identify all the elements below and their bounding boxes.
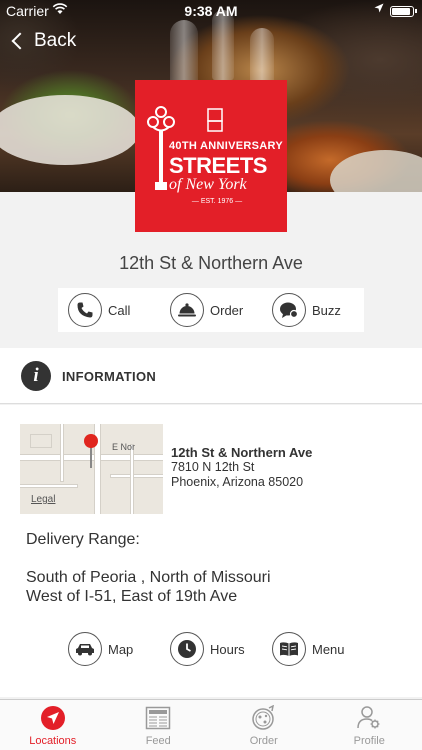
newspaper-icon xyxy=(146,706,171,730)
tab-order-label: Order xyxy=(249,735,278,747)
map-road xyxy=(60,424,64,482)
tab-feed[interactable]: Feed xyxy=(106,700,212,750)
location-map[interactable]: E Nor Legal xyxy=(20,424,163,514)
tab-profile[interactable]: Profile xyxy=(317,700,422,750)
address-block: 12th St & Northern Ave 7810 N 12th St Ph… xyxy=(171,445,312,490)
address-name: 12th St & Northern Ave xyxy=(171,445,313,460)
pizza-icon xyxy=(252,705,274,730)
tab-locations-label: Locations xyxy=(29,735,77,747)
location-title: 12th St & Northern Ave xyxy=(119,253,303,273)
clock-icon xyxy=(170,632,204,666)
navigation-arrow-icon xyxy=(40,706,65,730)
map-road xyxy=(20,484,78,488)
established-text: — EST. 1976 — xyxy=(191,198,243,205)
back-button[interactable]: Back xyxy=(10,30,76,52)
buzz-label: Buzz xyxy=(312,302,341,318)
brand-city: of New York xyxy=(169,176,247,193)
car-icon xyxy=(68,632,102,666)
hours-label: Hours xyxy=(210,641,245,657)
map-legal-link[interactable]: Legal xyxy=(31,494,55,505)
wine-glass xyxy=(250,28,274,83)
location-services-icon xyxy=(374,3,384,16)
clock: 9:38 AM xyxy=(184,3,238,19)
delivery-title: Delivery Range: xyxy=(26,531,140,548)
tab-order[interactable]: Order xyxy=(211,700,317,750)
order-label: Order xyxy=(210,302,244,318)
tab-feed-label: Feed xyxy=(145,735,171,747)
map-pin-stick xyxy=(90,446,92,468)
wings-plate xyxy=(330,150,422,192)
status-bar: Carrier 9:38 AM xyxy=(0,0,422,22)
map-street-label: E Nor xyxy=(112,442,136,452)
info-actions: Map Hours Menu xyxy=(58,627,364,671)
call-label: Call xyxy=(108,302,131,318)
restaurant-logo: 40TH ANNIVERSARY STREETS of New York — E… xyxy=(135,80,287,232)
map-block xyxy=(30,434,52,448)
order-button[interactable]: Order xyxy=(160,288,262,332)
tab-bar: Locations Feed Order Profile xyxy=(0,699,422,750)
address-line-2: Phoenix, Arizona 85020 xyxy=(171,475,304,489)
delivery-line-1: South of Peoria , North of Missouri xyxy=(26,569,271,586)
back-label: Back xyxy=(34,30,77,51)
tab-locations[interactable]: Locations xyxy=(0,700,106,750)
address-line-1: 7810 N 12th St xyxy=(171,460,255,474)
information-label: INFORMATION xyxy=(62,369,157,384)
book-icon xyxy=(272,632,306,666)
map-pin-icon xyxy=(84,434,98,448)
delivery-range: Delivery Range: South of Peoria , North … xyxy=(26,530,271,606)
info-icon: i xyxy=(21,361,51,391)
buzz-button[interactable]: Buzz xyxy=(262,288,364,332)
delivery-line-2: West of I-51, East of 19th Ave xyxy=(26,588,238,605)
map-button[interactable]: Map xyxy=(58,627,160,671)
chat-bubble-icon xyxy=(272,293,306,327)
salad-plate xyxy=(0,95,140,165)
information-header: i INFORMATION xyxy=(0,348,422,404)
battery-icon xyxy=(390,6,417,17)
tab-profile-label: Profile xyxy=(353,735,385,747)
map-label: Map xyxy=(108,641,134,657)
menu-label: Menu xyxy=(312,641,345,657)
hours-button[interactable]: Hours xyxy=(160,627,262,671)
chevron-left-icon xyxy=(11,32,29,50)
call-button[interactable]: Call xyxy=(58,288,160,332)
menu-button[interactable]: Menu xyxy=(262,627,364,671)
user-gear-icon xyxy=(357,706,380,729)
street-sign-icon xyxy=(207,108,223,132)
map-road xyxy=(110,474,163,478)
map-road xyxy=(130,444,134,514)
phone-icon xyxy=(68,293,102,327)
anniversary-text: 40TH ANNIVERSARY xyxy=(169,140,284,152)
contact-actions: Call Order Buzz xyxy=(58,288,364,332)
cloche-icon xyxy=(170,293,204,327)
